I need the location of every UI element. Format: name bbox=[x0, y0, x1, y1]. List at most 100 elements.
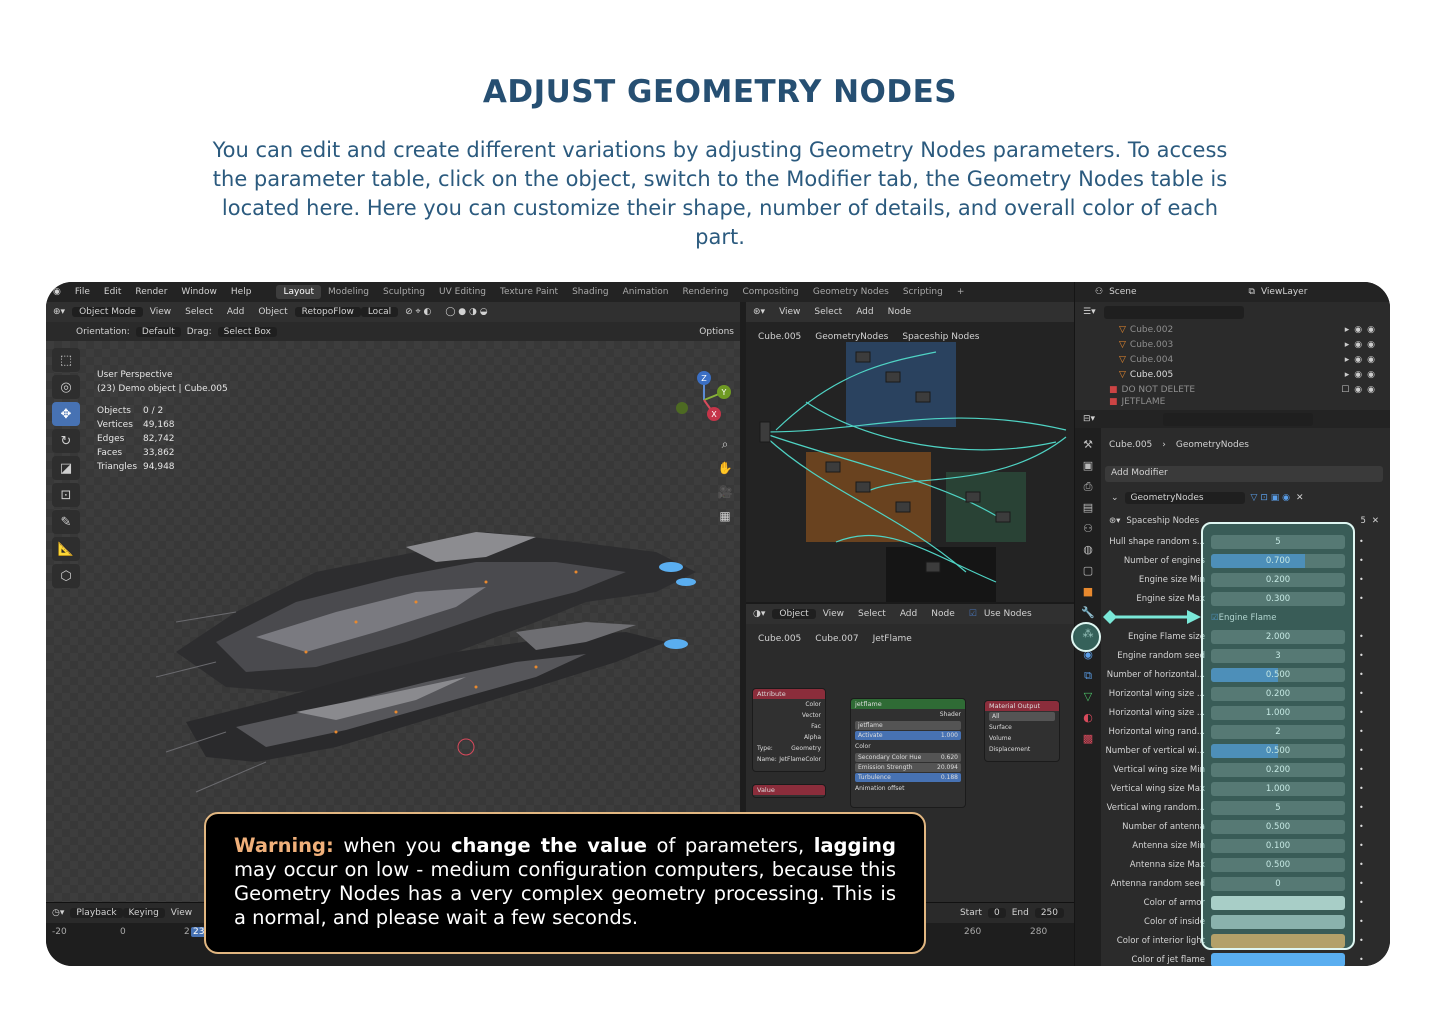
visibility-icons[interactable]: ▸◉◉ bbox=[1345, 370, 1380, 380]
crumb-item[interactable]: Spaceship Nodes bbox=[902, 332, 979, 342]
color-swatch[interactable] bbox=[1211, 952, 1345, 966]
keyframe-dot-icon[interactable]: • bbox=[1359, 575, 1364, 584]
add-cube-tool-icon[interactable]: ⬡ bbox=[52, 564, 80, 588]
menu-render[interactable]: Render bbox=[128, 287, 174, 297]
scene-name[interactable]: Scene bbox=[1109, 287, 1136, 297]
tool-tab-icon[interactable]: ⚒ bbox=[1075, 438, 1101, 459]
outliner-item[interactable]: ▽ Cube.004 ▸◉◉ bbox=[1075, 352, 1390, 367]
grid-view-icon[interactable]: ▦ bbox=[714, 504, 736, 528]
node-graph-canvas[interactable] bbox=[746, 342, 1074, 602]
transform-orientation-dropdown[interactable]: Local bbox=[360, 307, 399, 317]
keyframe-dot-icon[interactable]: • bbox=[1359, 651, 1364, 660]
tab-texture-paint[interactable]: Texture Paint bbox=[493, 285, 565, 299]
scale-tool-icon[interactable]: ◪ bbox=[52, 456, 80, 480]
keyframe-dot-icon[interactable]: • bbox=[1359, 556, 1364, 565]
constraints-tab-icon[interactable]: ⧉ bbox=[1075, 669, 1101, 690]
node-target-dropdown[interactable]: All bbox=[989, 712, 1055, 721]
keyframe-dot-icon[interactable]: • bbox=[1359, 708, 1364, 717]
menu-view[interactable]: View bbox=[816, 609, 851, 619]
tab-geometry-nodes[interactable]: Geometry Nodes bbox=[806, 285, 896, 299]
rotate-tool-icon[interactable]: ↻ bbox=[52, 429, 80, 453]
menu-window[interactable]: Window bbox=[174, 287, 224, 297]
playback-menu[interactable]: Playback bbox=[70, 908, 123, 918]
outliner-item[interactable]: ■ JETFLAME bbox=[1075, 397, 1390, 407]
texture-tab-icon[interactable]: ▩ bbox=[1075, 732, 1101, 753]
menu-edit[interactable]: Edit bbox=[97, 287, 128, 297]
measure-tool-icon[interactable]: 📐 bbox=[52, 537, 80, 561]
menu-node[interactable]: Node bbox=[924, 609, 962, 619]
keyframe-dot-icon[interactable]: • bbox=[1359, 860, 1364, 869]
keyframe-dot-icon[interactable]: • bbox=[1359, 746, 1364, 755]
outliner-item[interactable]: ■ DO NOT DELETE ☐◉◉ bbox=[1075, 382, 1390, 397]
menu-add[interactable]: Add bbox=[893, 609, 924, 619]
render-tab-icon[interactable]: ▣ bbox=[1075, 459, 1101, 480]
keyframe-dot-icon[interactable]: • bbox=[1359, 822, 1364, 831]
keyframe-dot-icon[interactable]: • bbox=[1359, 632, 1364, 641]
keyframe-dot-icon[interactable]: • bbox=[1359, 784, 1364, 793]
node-field[interactable]: Type: Geometry bbox=[753, 743, 825, 754]
orientation-dropdown[interactable]: Default bbox=[135, 326, 181, 337]
tab-compositing[interactable]: Compositing bbox=[735, 285, 805, 299]
keyframe-dot-icon[interactable]: • bbox=[1359, 955, 1364, 964]
crumb-item[interactable]: Cube.005 bbox=[758, 332, 801, 342]
drag-dropdown[interactable]: Select Box bbox=[217, 326, 277, 337]
outliner-item[interactable]: ▽ Cube.005 ▸◉◉ bbox=[1075, 367, 1390, 382]
tab-layout[interactable]: Layout bbox=[276, 285, 322, 299]
jetflame-group-node[interactable]: jetflame Shader jetflame Activate 1.000 C… bbox=[850, 698, 966, 808]
modifier-name-field[interactable]: GeometryNodes bbox=[1124, 492, 1245, 504]
menu-object[interactable]: Object bbox=[251, 307, 294, 317]
snap-icon[interactable]: ⊘ ⌖ ◐ bbox=[398, 307, 438, 317]
outliner-filter-icon[interactable]: ☰▾ bbox=[1083, 307, 1096, 317]
keyframe-dot-icon[interactable]: • bbox=[1359, 898, 1364, 907]
retopoflow-menu[interactable]: RetopoFlow bbox=[294, 307, 361, 317]
properties-search-input[interactable] bbox=[1163, 412, 1314, 426]
crumb-item[interactable]: Cube.007 bbox=[815, 634, 858, 644]
editor-type-icon[interactable]: ⊛▾ bbox=[746, 307, 772, 317]
menu-view[interactable]: View bbox=[143, 307, 178, 317]
spaceship-model-image[interactable] bbox=[156, 462, 716, 822]
node-field[interactable]: Emission Strength 20.094 bbox=[855, 763, 961, 772]
close-icon[interactable]: ✕ bbox=[1372, 516, 1379, 526]
node-field[interactable]: Turbulence 0.188 bbox=[855, 773, 961, 782]
data-tab-icon[interactable]: ▽ bbox=[1075, 690, 1101, 711]
view-layer-name[interactable]: ViewLayer bbox=[1261, 287, 1307, 297]
zoom-icon[interactable]: ⌕ bbox=[714, 432, 736, 456]
output-tab-icon[interactable]: ⎙ bbox=[1075, 480, 1101, 501]
value-node[interactable]: Value bbox=[752, 784, 826, 798]
pan-hand-icon[interactable]: ✋ bbox=[714, 456, 736, 480]
start-frame-field[interactable]: 0 bbox=[987, 908, 1006, 918]
close-icon[interactable]: ✕ bbox=[1296, 493, 1304, 503]
editor-type-icon[interactable]: ◑▾ bbox=[746, 609, 772, 619]
end-frame-field[interactable]: 250 bbox=[1034, 908, 1064, 918]
editor-type-icon[interactable]: ◷▾ bbox=[46, 908, 70, 918]
keyframe-dot-icon[interactable]: • bbox=[1359, 689, 1364, 698]
camera-icon[interactable]: 🎥 bbox=[714, 480, 736, 504]
tab-shading[interactable]: Shading bbox=[565, 285, 616, 299]
menu-help[interactable]: Help bbox=[224, 287, 259, 297]
world-tab-icon[interactable]: ◍ bbox=[1075, 543, 1101, 564]
material-tab-icon[interactable]: ◐ bbox=[1075, 711, 1101, 732]
outliner-item[interactable]: ▽ Cube.003 ▸◉◉ bbox=[1075, 337, 1390, 352]
modifier-toggle-icons[interactable]: ▽ ⊡ ▣ ◉ bbox=[1251, 493, 1290, 503]
menu-select[interactable]: Select bbox=[178, 307, 220, 317]
crumb-item[interactable]: JetFlame bbox=[873, 634, 912, 644]
visibility-icons[interactable]: ▸◉◉ bbox=[1345, 340, 1380, 350]
node-field[interactable]: Name: JetFlameColor bbox=[753, 754, 825, 765]
tab-modeling[interactable]: Modeling bbox=[321, 285, 376, 299]
material-output-node[interactable]: Material Output All Surface Volume Displ… bbox=[984, 700, 1060, 762]
keyframe-dot-icon[interactable]: • bbox=[1359, 841, 1364, 850]
menu-node[interactable]: Node bbox=[881, 307, 919, 317]
tab-scripting[interactable]: Scripting bbox=[896, 285, 950, 299]
tab-animation[interactable]: Animation bbox=[616, 285, 676, 299]
tab-rendering[interactable]: Rendering bbox=[676, 285, 736, 299]
object-tab-icon[interactable]: ■ bbox=[1075, 585, 1101, 606]
menu-add[interactable]: Add bbox=[220, 307, 251, 317]
geometry-node-editor[interactable]: ⊛▾ View Select Add Node Cube.005 Geometr… bbox=[746, 302, 1074, 602]
scene-tab-icon[interactable]: ⚇ bbox=[1075, 522, 1101, 543]
keyframe-dot-icon[interactable]: • bbox=[1359, 594, 1364, 603]
node-field[interactable]: Secondary Color Hue 0.620 bbox=[855, 753, 961, 762]
menu-add[interactable]: Add bbox=[849, 307, 880, 317]
blender-logo-icon[interactable]: ◉ bbox=[46, 287, 68, 297]
shader-type-dropdown[interactable]: Object bbox=[772, 609, 816, 619]
options-dropdown[interactable]: Options bbox=[693, 327, 740, 337]
